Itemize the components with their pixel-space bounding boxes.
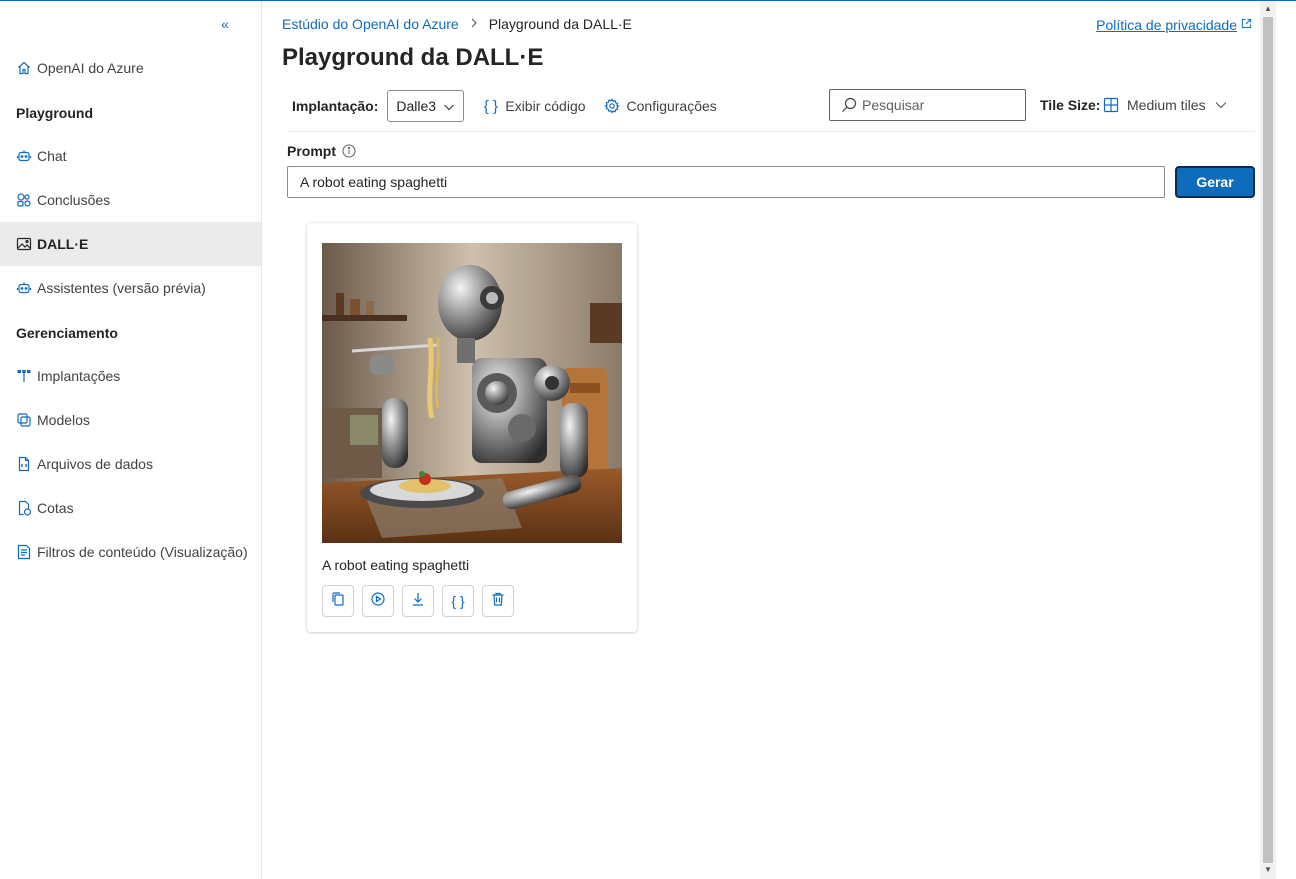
external-link-icon [1241,18,1252,32]
deployment-label: Implantação: [292,98,379,114]
data-files-icon [16,456,32,472]
copy-icon [330,591,346,612]
breadcrumb-root-link[interactable]: Estúdio do OpenAI do Azure [282,16,459,32]
scroll-up-arrow-icon[interactable]: ▲ [1264,5,1272,13]
chevron-right-icon [469,17,479,31]
image-icon [16,236,32,252]
double-chevron-left-icon: « [221,16,229,32]
code-braces-icon: { } [483,97,498,115]
result-actions: { } [322,585,514,617]
search-icon [840,96,858,114]
sidebar-item-label: Cotas [37,500,74,516]
assistant-icon [16,280,32,296]
search-input[interactable]: Pesquisar [829,89,1026,121]
info-icon[interactable] [342,144,356,158]
collapse-sidebar-button[interactable]: « [216,15,234,33]
prompt-label-text: Prompt [287,143,336,159]
sidebar-item-chat[interactable]: Chat [0,134,261,178]
sidebar-item-content-filters[interactable]: Filtros de conteúdo (Visualização) [0,530,261,574]
sidebar-item-label: Chat [37,148,67,164]
code-icon: { } [451,593,465,609]
sidebar-item-assistants[interactable]: Assistentes (versão prévia) [0,266,261,310]
chat-bot-icon [16,148,32,164]
chevron-down-icon [1214,98,1228,112]
prompt-input[interactable]: A robot eating spaghetti [287,166,1165,198]
download-icon [410,591,426,612]
view-json-button[interactable]: { } [442,585,474,617]
gear-icon [604,98,621,115]
breadcrumb-current: Playground da DALL·E [488,16,632,32]
sidebar-item-openai-azure[interactable]: OpenAI do Azure [0,46,261,90]
sidebar-item-label: Arquivos de dados [37,456,153,472]
generated-image[interactable] [322,243,622,543]
sidebar-item-completions[interactable]: Conclusões [0,178,261,222]
deployment-select[interactable]: Dalle3 [387,90,465,122]
result-caption: A robot eating spaghetti [322,557,470,573]
completions-icon [16,192,32,208]
delete-button[interactable] [482,585,514,617]
tile-size-select[interactable]: Medium tiles [1103,93,1228,117]
deployments-icon [16,368,32,384]
sidebar-item-deployments[interactable]: Implantações [0,354,261,398]
scroll-thumb[interactable] [1263,17,1273,863]
sidebar-item-dalle[interactable]: DALL·E [0,222,261,266]
tile-size-label: Tile Size: [1040,97,1101,113]
toolbar-divider [287,131,1255,132]
regenerate-button[interactable] [362,585,394,617]
view-code-button[interactable]: { } Exibir código [482,97,586,115]
prompt-input-value: A robot eating spaghetti [300,174,448,190]
copy-button[interactable] [322,585,354,617]
chevron-down-icon [443,100,455,112]
sidebar-item-quotas[interactable]: Cotas [0,486,261,530]
search-placeholder: Pesquisar [862,97,925,113]
result-card: A robot eating spaghetti { } [307,223,637,632]
sidebar-item-label: Filtros de conteúdo (Visualização) [37,544,248,560]
sidebar-item-label: Assistentes (versão prévia) [37,280,206,296]
sidebar-section-management: Gerenciamento [16,325,118,341]
settings-label: Configurações [626,98,717,114]
robot-spaghetti-image [322,243,622,543]
content-filter-icon [16,544,32,560]
privacy-link[interactable]: Política de privacidade [1096,17,1252,33]
grid-icon [1103,97,1119,113]
view-code-label: Exibir código [505,98,586,114]
toolbar: Implantação: Dalle3 { } Exibir código Co… [292,90,717,122]
breadcrumb: Estúdio do OpenAI do Azure Playground da… [282,16,632,32]
scroll-down-arrow-icon[interactable]: ▼ [1264,866,1272,874]
home-icon [16,60,32,76]
sidebar-item-label: OpenAI do Azure [37,60,144,76]
sidebar-item-models[interactable]: Modelos [0,398,261,442]
models-icon [16,412,32,428]
settings-button[interactable]: Configurações [604,98,717,115]
scrollbar[interactable]: ▲ ▼ [1260,1,1276,879]
tile-size-value: Medium tiles [1127,97,1206,113]
privacy-link-label: Política de privacidade [1096,17,1237,33]
sidebar-item-label: Implantações [37,368,121,384]
sidebar-item-label: Conclusões [37,192,111,208]
generate-button[interactable]: Gerar [1175,166,1255,198]
sidebar-section-playground: Playground [16,105,94,121]
download-button[interactable] [402,585,434,617]
regenerate-icon [370,591,386,612]
delete-icon [490,591,506,612]
sidebar-item-label: Modelos [37,412,90,428]
sidebar-item-label: DALL·E [37,236,89,252]
quota-icon [16,500,32,516]
deployment-select-value: Dalle3 [396,98,437,114]
sidebar-item-data-files[interactable]: Arquivos de dados [0,442,261,486]
page-title: Playground da DALL·E [282,44,544,71]
prompt-label: Prompt [287,143,356,159]
sidebar: « OpenAI do Azure Playground Chat Conclu… [0,1,262,879]
